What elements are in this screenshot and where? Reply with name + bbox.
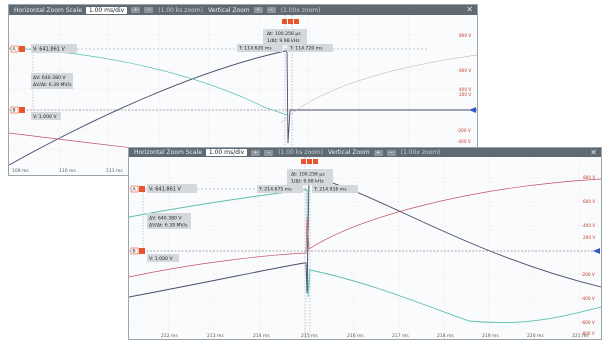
zoom-in-button[interactable]: + xyxy=(251,149,261,156)
vertical-zoom-label: Vertical Zoom xyxy=(327,149,370,156)
vzoom-out-button[interactable]: − xyxy=(266,7,276,13)
horizontal-zoom-label: Horizontal Zoom Scale xyxy=(134,149,202,156)
cursor-handle-3 xyxy=(294,19,299,24)
channel-a-badge xyxy=(19,46,25,52)
y-tick: 800 V xyxy=(459,33,471,38)
vzoom-out-button[interactable]: − xyxy=(386,149,396,156)
y-tick: 600 V xyxy=(583,199,595,204)
zoom-out-button[interactable]: − xyxy=(264,149,274,156)
x-tick: 218 ms xyxy=(437,333,454,339)
t2-readout: T: 114.720 ms xyxy=(289,46,323,52)
v-ref-readout: V: 1.000 V xyxy=(149,256,173,262)
x-tick: 212 ms xyxy=(161,333,178,339)
zoom-toolbar: Horizontal Zoom Scale 1.00 ms/div + − (1… xyxy=(129,148,601,157)
ref-arrow-icon xyxy=(469,107,476,113)
vzoom-in-button[interactable]: + xyxy=(373,149,383,156)
dv-readout: ΔV: 640.380 V xyxy=(149,216,182,222)
x-tick: 219 ms xyxy=(482,333,499,339)
channel-b-label: B xyxy=(13,108,16,114)
horizontal-zoom-value[interactable]: 1.00 ms/div xyxy=(205,149,248,156)
vertical-zoom-info: (1.00x zoom) xyxy=(400,149,441,156)
t1-readout: T: 214.675 ms xyxy=(258,187,292,193)
y-tick: 800 V xyxy=(583,175,595,180)
trace-c xyxy=(129,189,601,324)
x-tick: 220 ms xyxy=(527,333,544,339)
v-ref-readout: V: 1.000 V xyxy=(33,114,57,120)
close-icon[interactable]: ✕ xyxy=(466,5,473,15)
dvdt-readout: ΔV/Δt: 6.39 MV/s xyxy=(33,82,72,88)
y-tick: -400 V xyxy=(457,139,471,144)
cursor-handle-2 xyxy=(307,159,312,164)
y-tick: -600 V xyxy=(581,320,595,325)
dvdt-readout: ΔV/Δt: 6.39 MV/s xyxy=(149,223,188,229)
zoom-in-button[interactable]: + xyxy=(131,7,141,13)
x-tick: 217 ms xyxy=(392,333,409,339)
vzoom-in-button[interactable]: + xyxy=(253,7,263,13)
x-tick: 214 ms xyxy=(253,333,270,339)
x-tick: 221 ms xyxy=(572,333,589,339)
y-tick: -400 V xyxy=(581,296,595,301)
plot-grid xyxy=(129,157,601,339)
dt-readout: Δt: 100.256 µs xyxy=(291,172,325,178)
x-tick: 111 ms xyxy=(106,168,123,174)
y-tick: 200 V xyxy=(459,92,471,97)
inv-dt-readout: 1/Δt: 9.98 kHz xyxy=(267,38,300,44)
horizontal-zoom-info: (1.00 ks zoom) xyxy=(158,6,203,14)
waveform-plot[interactable]: A B V: 641.861 V ΔV: 640.380 V ΔV/Δt: 6.… xyxy=(129,157,601,339)
cursor-handle-2 xyxy=(288,19,293,24)
y-tick: -200 V xyxy=(581,272,595,277)
t2-readout: T: 214.916 ms xyxy=(313,187,347,193)
cursor-handle-3 xyxy=(313,159,318,164)
vertical-zoom-label: Vertical Zoom xyxy=(207,6,250,14)
zoom-toolbar: Horizontal Zoom Scale 1.00 ms/div + − (1… xyxy=(9,5,477,15)
v-level-readout: V: 641.861 V xyxy=(33,47,66,53)
x-tick: 216 ms xyxy=(347,333,364,339)
waveform-svg: A B V: 641.861 V ΔV: 640.380 V ΔV/Δt: 6.… xyxy=(129,157,601,339)
cursor-handle-1 xyxy=(301,159,306,164)
ref-arrow-icon xyxy=(593,248,600,254)
trace-a xyxy=(129,176,601,298)
dv-readout: ΔV: 640.380 V xyxy=(33,75,66,81)
scope-window-front: Horizontal Zoom Scale 1.00 ms/div + − (1… xyxy=(128,147,602,340)
vertical-zoom-info: (1.00x zoom) xyxy=(280,6,321,14)
horizontal-zoom-label: Horizontal Zoom Scale xyxy=(14,6,82,14)
horizontal-zoom-info: (1.00 ks zoom) xyxy=(278,149,323,156)
x-tick: 109 ms xyxy=(12,168,29,174)
inv-dt-readout: 1/Δt: 9.98 kHz xyxy=(291,179,324,185)
zoom-out-button[interactable]: − xyxy=(144,7,154,13)
dt-readout: Δt: 100.256 µs xyxy=(267,31,301,37)
y-tick: 600 V xyxy=(459,68,471,73)
channel-b-badge xyxy=(139,248,145,254)
t1-readout: T: 114.620 ms xyxy=(238,46,272,52)
y-tick: -200 V xyxy=(457,128,471,133)
x-tick: 213 ms xyxy=(207,333,224,339)
channel-a-badge xyxy=(139,186,145,192)
y-tick: 200 V xyxy=(583,235,595,240)
channel-b-badge xyxy=(19,107,25,113)
x-tick: 215 ms xyxy=(301,333,318,339)
y-tick: 400 V xyxy=(583,223,595,228)
channel-b-label: B xyxy=(133,249,136,255)
v-level-readout: V: 641.861 V xyxy=(149,187,182,193)
x-tick: 110 ms xyxy=(59,168,76,174)
trace-b xyxy=(129,178,601,278)
horizontal-zoom-value[interactable]: 1.00 ms/div xyxy=(85,6,128,14)
cursor-handle-1 xyxy=(282,19,287,24)
